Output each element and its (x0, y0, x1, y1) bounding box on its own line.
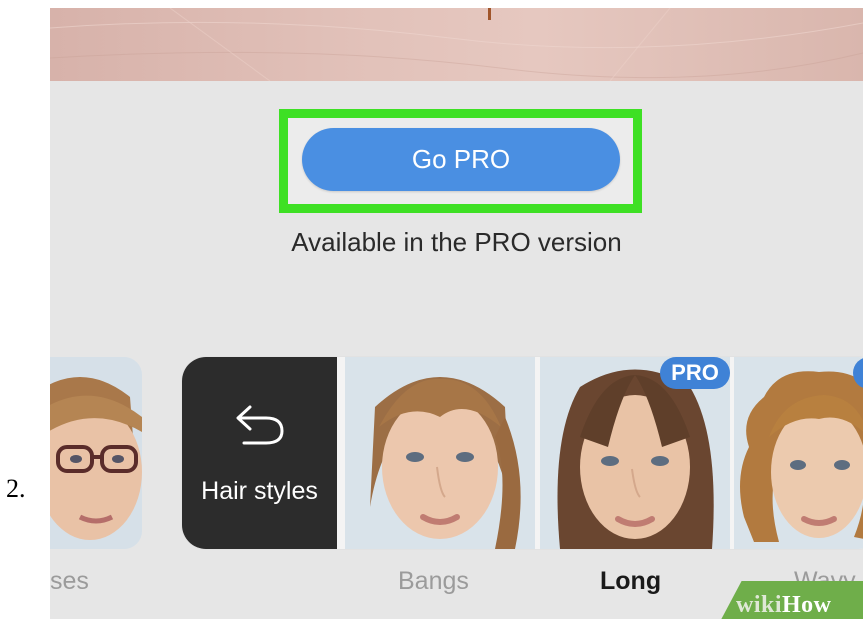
hair-styles-label: Hair styles (201, 477, 318, 505)
app-screen: Go PRO Available in the PRO version Hair… (50, 8, 863, 619)
style-label-bangs: Bangs (398, 567, 469, 595)
pro-badge-long: PRO (660, 357, 730, 389)
style-card-wavy[interactable] (734, 357, 863, 549)
hair-styles-back-button[interactable]: Hair styles (182, 357, 337, 549)
photo-preview (50, 8, 863, 81)
step-number: 2. (6, 474, 26, 503)
style-card-glasses[interactable] (50, 357, 142, 549)
go-pro-button[interactable]: Go PRO (302, 128, 620, 191)
watermark-part1: wiki (736, 592, 783, 618)
style-label-long: Long (600, 567, 662, 595)
watermark-part2: How (782, 592, 832, 618)
style-label-glasses: ses (50, 567, 89, 595)
style-card-bangs[interactable] (345, 357, 535, 549)
undo-arrow-icon (236, 405, 284, 445)
hair-styles-group: Hair styles (182, 357, 863, 549)
wikihow-watermark: wikiHow (736, 592, 832, 619)
photo-detail (488, 8, 491, 20)
pro-availability-caption: Available in the PRO version (291, 227, 622, 257)
